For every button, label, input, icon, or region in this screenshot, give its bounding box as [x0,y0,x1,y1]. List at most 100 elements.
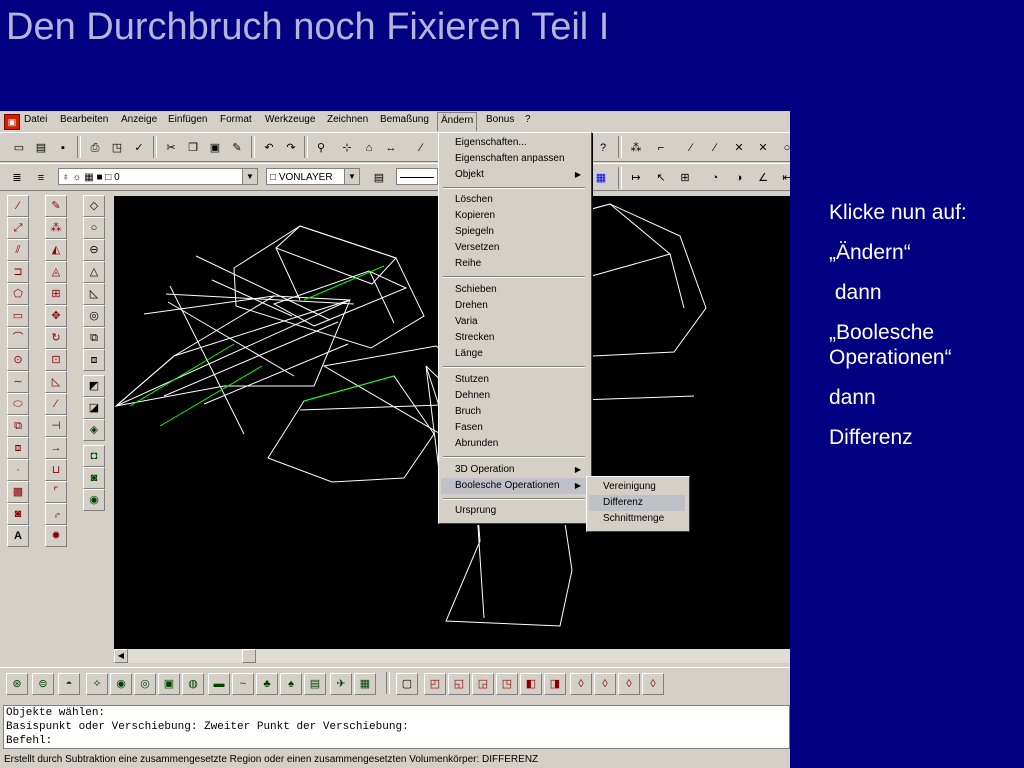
match-properties-icon[interactable]: ✎ [226,137,248,159]
insert-block-icon[interactable]: ⧉ [7,415,29,437]
command-prompt[interactable]: Befehl: [4,734,789,748]
menu-anzeige[interactable]: Anzeige [121,114,157,125]
menu-bearbeiten[interactable]: Bearbeiten [60,114,108,125]
cone-icon[interactable]: △ [83,261,105,283]
saveimg-icon[interactable]: ▦ [354,673,376,695]
dim-linear-icon[interactable]: ↦ [625,167,647,189]
extend-icon[interactable]: → [45,437,67,459]
cylinder-icon[interactable]: ⊖ [83,239,105,261]
multiline-icon[interactable]: ⫽ [7,239,29,261]
erase-icon[interactable]: ✎ [45,195,67,217]
landscape-library-icon[interactable]: ♠ [280,673,302,695]
menu-item-schieben[interactable]: Schieben [441,282,587,298]
layer-previous-icon[interactable]: ≡ [30,167,52,189]
dim-angular-icon[interactable]: ∠ [752,167,774,189]
menu-help[interactable]: ? [525,114,531,125]
region-icon[interactable]: ◙ [7,503,29,525]
view-ne-iso-icon[interactable]: ◊ [618,673,640,695]
setup-drawing-icon[interactable]: ◘ [83,445,105,467]
view-bottom-icon[interactable]: ◱ [448,673,470,695]
text-icon[interactable]: A [7,525,29,547]
spline-icon[interactable]: ∼ [7,371,29,393]
view-back-icon[interactable]: ◨ [544,673,566,695]
revolve-icon[interactable]: ⧈ [83,349,105,371]
menu-item-boolesche-operationen[interactable]: Boolesche Operationen ▶ [441,478,587,494]
lengthen-icon[interactable]: ⁄ [45,393,67,415]
print-icon[interactable]: ⎙ [84,137,106,159]
lineweight-icon[interactable]: ▤ [368,167,390,189]
snap-endpoint-icon[interactable]: ⁂ [625,137,647,159]
rotate-icon[interactable]: ↻ [45,327,67,349]
preview-icon[interactable]: ◳ [106,137,128,159]
polyline-icon[interactable]: ⊐ [7,261,29,283]
chevron-down-icon[interactable]: ▼ [344,169,359,184]
torus-icon[interactable]: ◎ [83,305,105,327]
material-library-icon[interactable]: ◎ [134,673,156,695]
chamfer-icon[interactable]: ⌜ [45,481,67,503]
arc-icon[interactable]: ⌒ [7,327,29,349]
submenu-item-vereinigung[interactable]: Vereinigung [589,479,685,495]
mapping-icon[interactable]: ▣ [158,673,180,695]
submenu-item-differenz[interactable]: Differenz [589,495,685,511]
view-left-icon[interactable]: ◲ [472,673,494,695]
point-icon[interactable]: · [7,459,29,481]
menu-item-varia[interactable]: Varia [441,314,587,330]
undo-icon[interactable]: ↶ [258,137,280,159]
view-sw-iso-icon[interactable]: ◊ [570,673,592,695]
stretch-icon[interactable]: ◺ [45,371,67,393]
scrollbar-thumb[interactable] [242,649,256,663]
snap-midpoint-icon[interactable]: ⌐ [650,137,672,159]
slice-icon[interactable]: ◩ [83,375,105,397]
mirror-icon[interactable]: ◭ [45,239,67,261]
distance-icon[interactable]: ↔ [380,137,402,159]
menu-werkzeuge[interactable]: Werkzeuge [265,114,315,125]
menu-bemassung[interactable]: Bemaßung [380,114,429,125]
snap-intersection-icon[interactable]: ∕ [704,137,726,159]
line-icon[interactable]: ∕ [7,195,29,217]
cut-icon[interactable]: ✂ [160,137,182,159]
view-right-icon[interactable]: ◳ [496,673,518,695]
lineweight-dropdown[interactable] [396,168,438,185]
menu-item-ursprung[interactable]: Ursprung [441,503,587,519]
menu-item-objekt[interactable]: Objekt ▶ [441,167,587,183]
menu-item-laenge[interactable]: Länge [441,346,587,362]
menu-item-dehnen[interactable]: Dehnen [441,388,587,404]
redraw-icon[interactable]: ∕ [410,137,432,159]
dim-radius-icon[interactable]: ◔ [704,167,726,189]
ucs-icon[interactable]: ⌂ [358,137,380,159]
horizontal-scrollbar[interactable]: ◀ [114,649,790,663]
menu-zeichnen[interactable]: Zeichnen [327,114,368,125]
polygon-icon[interactable]: ⬠ [7,283,29,305]
menu-item-fasen[interactable]: Fasen [441,420,587,436]
scroll-left-icon[interactable]: ◀ [114,649,128,663]
landscape-edit-icon[interactable]: ♣ [256,673,278,695]
box-solid-icon[interactable]: ◇ [83,195,105,217]
layer-dropdown[interactable]: ♁ ☼ ▦ ■ □ 0 ▼ [58,168,258,185]
scale-icon[interactable]: ⊡ [45,349,67,371]
offset-icon[interactable]: ◬ [45,261,67,283]
render-preferences-icon[interactable]: ▤ [304,673,326,695]
landscape-new-icon[interactable]: ~ [232,673,254,695]
snap-apparent-icon[interactable]: ✕ [752,137,774,159]
view-se-iso-icon[interactable]: ◊ [594,673,616,695]
redo-icon[interactable]: ↷ [280,137,302,159]
menu-item-stutzen[interactable]: Stutzen [441,372,587,388]
menu-item-spiegeln[interactable]: Spiegeln [441,224,587,240]
array-icon[interactable]: ⊞ [45,283,67,305]
dim-diameter-icon[interactable]: ◑ [728,167,750,189]
hyperlink-icon[interactable]: ⚲ [310,137,332,159]
menu-aendern[interactable]: Ändern [437,112,478,131]
render-icon[interactable]: ⊜ [32,673,54,695]
background-icon[interactable]: ◍ [182,673,204,695]
hatch-icon[interactable]: ▩ [7,481,29,503]
statistics-icon[interactable]: ✈ [330,673,352,695]
materials-icon[interactable]: ◉ [110,673,132,695]
linetype-dropdown[interactable]: □ VONLAYER ▼ [266,168,360,185]
interference-icon[interactable]: ◈ [83,419,105,441]
menu-item-drehen[interactable]: Drehen [441,298,587,314]
dim-baseline-icon[interactable]: ⇤ [776,167,790,189]
move-icon[interactable]: ✥ [45,305,67,327]
layer-manager-icon[interactable]: ≣ [6,167,28,189]
save-icon[interactable]: ▪ [52,137,74,159]
sphere-icon[interactable]: ○ [83,217,105,239]
